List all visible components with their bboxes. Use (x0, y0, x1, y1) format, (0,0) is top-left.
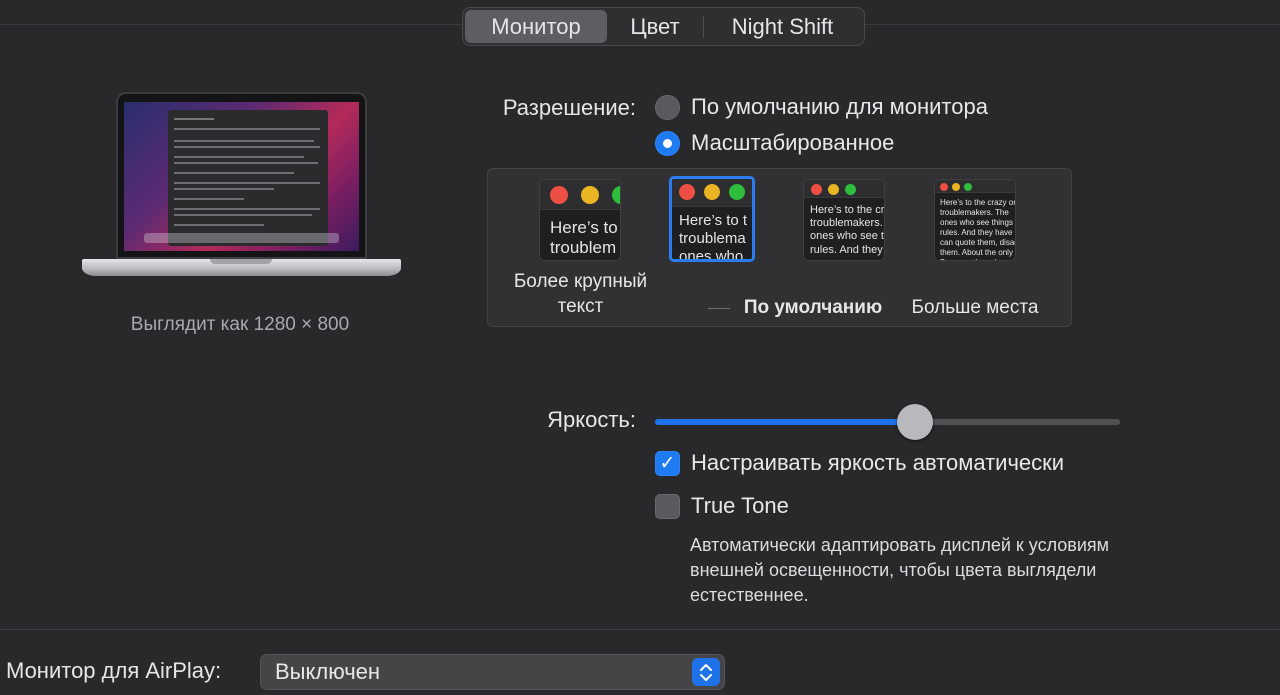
true-tone-checkbox[interactable]: True Tone (655, 493, 789, 519)
tab-monitor[interactable]: Монитор (465, 10, 607, 43)
radio-scaled[interactable]: Масштабированное (655, 130, 894, 156)
checkbox-box[interactable] (655, 493, 680, 519)
airplay-label: Монитор для AirPlay: (6, 658, 222, 683)
airplay-popup[interactable]: Выключен (260, 654, 725, 690)
looks-like-resolution: Выглядит как 1280 × 800 (130, 314, 350, 335)
auto-brightness-checkbox[interactable]: ✓ Настраивать яркость автоматически (655, 450, 1064, 476)
laptop-wallpaper (124, 102, 359, 251)
scale-label-default: По умолчанию (743, 297, 883, 318)
scale-thumb-medium[interactable]: Here’s to the cr troublemakers. ones who… (803, 179, 885, 261)
brightness-label: Яркость: (547, 407, 636, 432)
thumb-sample-text: Here’s to the cr troublemakers. ones who… (810, 204, 885, 256)
scale-thumb-more-space[interactable]: Here’s to the crazy one troublemakers. T… (934, 179, 1016, 261)
scale-label-larger-text: Более крупный текст (513, 271, 648, 317)
brightness-slider-fill (655, 419, 916, 425)
radio-button[interactable] (655, 130, 680, 156)
tab-night-shift[interactable]: Night Shift (704, 10, 861, 43)
scaling-options: Here’s to troublem Here’s to t troublema… (487, 168, 1072, 327)
thumb-sample-text: Here’s to troublem (550, 218, 618, 258)
footer-divider (0, 629, 1280, 630)
tab-color[interactable]: Цвет (607, 10, 703, 43)
checkbox-label: Настраивать яркость автоматически (691, 450, 1065, 475)
radio-default-for-display[interactable]: По умолчанию для монитора (655, 94, 988, 120)
scale-thumb-default[interactable]: Here’s to t troublema ones who (669, 176, 755, 262)
scale-tick-mark (708, 308, 730, 309)
tab-bar: Монитор Цвет Night Shift (462, 7, 865, 46)
scale-thumb-larger-text[interactable]: Here’s to troublem (539, 179, 621, 261)
chevron-up-down-icon (692, 658, 720, 686)
radio-button[interactable] (655, 94, 680, 120)
checkmark-icon[interactable]: ✓ (655, 450, 680, 476)
thumb-sample-text: Here’s to the crazy one troublemakers. T… (940, 198, 1015, 260)
laptop-notch (210, 259, 272, 264)
airplay-selected-value: Выключен (275, 659, 381, 684)
brightness-slider-knob[interactable] (897, 404, 934, 440)
laptop-preview-window (168, 110, 328, 246)
scale-label-more-space: Больше места (911, 297, 1039, 318)
radio-label: Масштабированное (691, 130, 895, 155)
resolution-label: Разрешение: (502, 95, 636, 120)
thumb-sample-text: Here’s to t troublema ones who (679, 212, 748, 262)
checkbox-label: True Tone (691, 493, 789, 518)
laptop-dock (144, 233, 339, 243)
radio-label: По умолчанию для монитора (691, 94, 988, 119)
laptop-preview-screen (116, 92, 367, 259)
true-tone-description: Автоматически адаптировать дисплей к усл… (690, 535, 1110, 605)
